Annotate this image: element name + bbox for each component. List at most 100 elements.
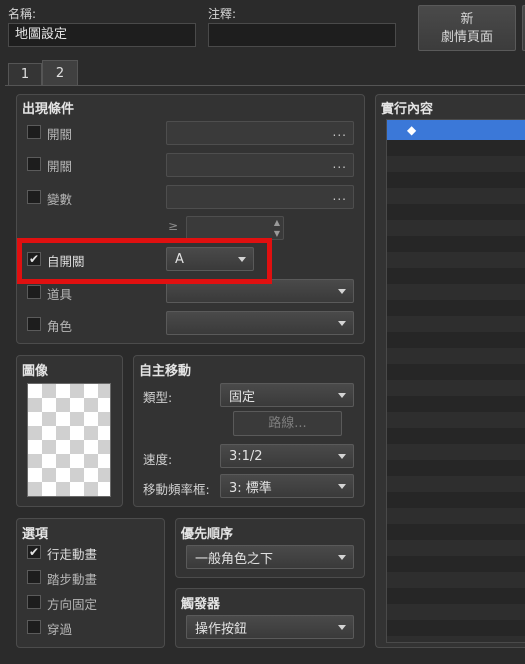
list-item[interactable]: ◆ xyxy=(387,120,525,140)
check-icon: ✔ xyxy=(28,545,40,559)
list-item[interactable] xyxy=(387,492,525,508)
chevron-down-icon xyxy=(338,625,346,630)
list-item[interactable] xyxy=(387,460,525,476)
sprite-preview[interactable] xyxy=(27,383,111,497)
through-checkbox[interactable] xyxy=(27,620,41,634)
chevron-down-icon xyxy=(338,555,346,560)
image-title: 圖像 xyxy=(22,364,49,379)
switch1-checkbox[interactable] xyxy=(27,125,41,139)
priority-select[interactable]: 一般角色之下 xyxy=(186,545,354,569)
note-input[interactable] xyxy=(208,23,396,47)
item-label: 道具 xyxy=(47,287,73,302)
switch1-browse[interactable]: ... xyxy=(333,125,347,139)
item-checkbox[interactable] xyxy=(27,285,41,299)
list-item[interactable] xyxy=(387,636,525,642)
list-item[interactable] xyxy=(387,348,525,364)
chevron-down-icon xyxy=(338,393,346,398)
tab-divider xyxy=(5,85,525,86)
type-value: 固定 xyxy=(229,389,256,405)
list-item[interactable] xyxy=(387,588,525,604)
switch2-browse[interactable]: ... xyxy=(333,157,347,171)
trigger-title: 觸發器 xyxy=(181,597,221,612)
frequency-label: 移動頻率框: xyxy=(143,482,210,497)
direction-fix-checkbox[interactable] xyxy=(27,595,41,609)
list-item[interactable] xyxy=(387,252,525,268)
list-item[interactable] xyxy=(387,188,525,204)
new-event-page-button[interactable]: 新 劇情頁面 xyxy=(418,5,516,51)
list-item[interactable] xyxy=(387,300,525,316)
list-item[interactable] xyxy=(387,220,525,236)
direction-fix-label: 方向固定 xyxy=(47,597,98,612)
variable-checkbox[interactable] xyxy=(27,190,41,204)
list-item[interactable] xyxy=(387,556,525,572)
ge-symbol: ≥ xyxy=(168,219,179,233)
chevron-down-icon xyxy=(338,289,346,294)
list-item[interactable] xyxy=(387,476,525,492)
stepping-anim-label: 踏步動畫 xyxy=(47,572,98,587)
speed-value: 3:1/2 xyxy=(229,448,263,464)
switch1-field[interactable]: ... xyxy=(166,121,354,145)
trigger-select[interactable]: 操作按鈕 xyxy=(186,615,354,639)
list-item[interactable] xyxy=(387,268,525,284)
conditions-title: 出現條件 xyxy=(22,102,75,117)
list-item[interactable] xyxy=(387,172,525,188)
list-item[interactable] xyxy=(387,316,525,332)
stepping-anim-checkbox[interactable] xyxy=(27,570,41,584)
list-item[interactable] xyxy=(387,364,525,380)
list-item[interactable] xyxy=(387,204,525,220)
speed-select[interactable]: 3:1/2 xyxy=(220,444,354,468)
switch2-checkbox[interactable] xyxy=(27,157,41,171)
name-input[interactable]: 地圖設定 xyxy=(8,23,196,47)
name-label: 名稱: xyxy=(8,7,37,21)
list-item[interactable] xyxy=(387,156,525,172)
spinner-down-icon[interactable]: ▼ xyxy=(274,229,280,238)
list-item[interactable] xyxy=(387,140,525,156)
route-button[interactable]: 路線... xyxy=(233,411,342,436)
list-item[interactable] xyxy=(387,508,525,524)
list-item[interactable] xyxy=(387,236,525,252)
list-item[interactable] xyxy=(387,540,525,556)
spinner-up-icon[interactable]: ▲ xyxy=(274,218,280,227)
list-item[interactable] xyxy=(387,572,525,588)
highlight-box xyxy=(17,238,272,284)
contents-list[interactable]: ◆ xyxy=(386,119,525,643)
list-item[interactable] xyxy=(387,284,525,300)
frequency-select[interactable]: 3: 標準 xyxy=(220,474,354,498)
options-title: 選項 xyxy=(22,527,49,542)
walking-anim-label: 行走動畫 xyxy=(47,547,98,562)
actor-label: 角色 xyxy=(47,319,73,334)
list-item[interactable] xyxy=(387,620,525,636)
trigger-value: 操作按鈕 xyxy=(195,621,248,637)
note-label: 注釋: xyxy=(208,7,237,21)
list-item[interactable] xyxy=(387,428,525,444)
priority-title: 優先順序 xyxy=(181,527,234,542)
list-item[interactable] xyxy=(387,604,525,620)
list-item[interactable] xyxy=(387,444,525,460)
chevron-down-icon xyxy=(338,321,346,326)
variable-field[interactable]: ... xyxy=(166,185,354,209)
list-item[interactable] xyxy=(387,332,525,348)
switch2-label: 開關 xyxy=(47,159,73,174)
variable-browse[interactable]: ... xyxy=(333,189,347,203)
switch1-label: 開關 xyxy=(47,127,73,142)
walking-anim-checkbox[interactable]: ✔ xyxy=(27,545,41,559)
list-item[interactable] xyxy=(387,380,525,396)
speed-label: 速度: xyxy=(143,452,173,467)
list-item[interactable] xyxy=(387,396,525,412)
actor-checkbox[interactable] xyxy=(27,317,41,331)
tab-page-1[interactable]: 1 xyxy=(8,63,42,85)
frequency-value: 3: 標準 xyxy=(229,480,272,496)
contents-title: 實行內容 xyxy=(381,102,434,117)
type-label: 類型: xyxy=(143,390,173,405)
type-select[interactable]: 固定 xyxy=(220,383,354,407)
list-item[interactable] xyxy=(387,412,525,428)
list-item[interactable] xyxy=(387,524,525,540)
actor-select[interactable] xyxy=(166,311,354,335)
switch2-field[interactable]: ... xyxy=(166,153,354,177)
chevron-down-icon xyxy=(338,454,346,459)
priority-value: 一般角色之下 xyxy=(195,551,274,567)
variable-value-spinner[interactable]: ▲ ▼ xyxy=(186,216,284,240)
variable-label: 變數 xyxy=(47,192,73,207)
tab-page-2[interactable]: 2 xyxy=(42,60,78,86)
chevron-down-icon xyxy=(338,484,346,489)
